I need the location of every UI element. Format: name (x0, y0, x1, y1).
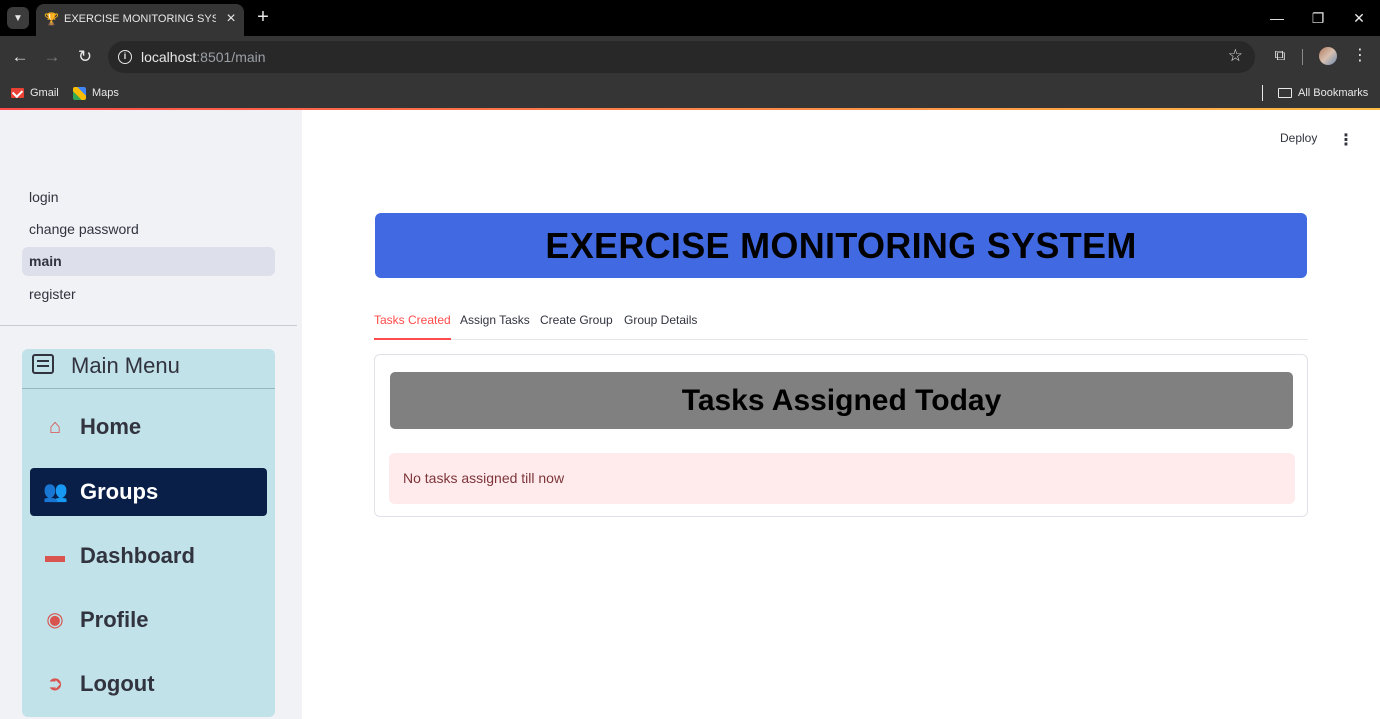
browser-menu-icon[interactable]: ⋮ (1350, 46, 1370, 66)
tab-panel: Tasks Assigned Today No tasks assigned t… (374, 354, 1308, 517)
bookmarks-divider (1262, 85, 1263, 101)
main-menu-header: Main Menu (22, 349, 275, 389)
bookmark-maps[interactable]: Maps (73, 83, 119, 103)
page-title: EXERCISE MONITORING SYSTEM (545, 224, 1137, 266)
trophy-favicon-icon: 🏆 (44, 12, 59, 26)
display-icon: ▬ (45, 545, 65, 567)
minimize-icon[interactable]: — (1265, 6, 1289, 30)
tab-list: Tasks Created Assign Tasks Create Group … (374, 308, 1308, 340)
tab-tasks-created[interactable]: Tasks Created (374, 313, 451, 340)
sidebar-page-register[interactable]: register (22, 280, 275, 309)
deploy-button[interactable]: Deploy (1280, 131, 1317, 145)
sidebar-page-change-password[interactable]: change password (22, 215, 275, 244)
url-text: localhost:8501/main (141, 49, 266, 65)
new-tab-button[interactable]: + (253, 7, 273, 27)
tab-group-details[interactable]: Group Details (624, 313, 697, 340)
house-icon: ⌂ (48, 416, 62, 438)
box-arrow-right-icon: ➲ (46, 673, 64, 695)
menu-item-profile[interactable]: ◉ Profile (30, 596, 267, 644)
restore-icon[interactable]: ❐ (1306, 6, 1330, 30)
maps-icon (73, 86, 86, 100)
sidebar-page-login[interactable]: login (22, 183, 275, 212)
gmail-icon (11, 88, 24, 98)
panel-title: Tasks Assigned Today (681, 383, 1002, 417)
tab-create-group[interactable]: Create Group (540, 313, 613, 340)
browser-tab-bar: ▼ 🏆 EXERCISE MONITORING SYSTEM × + — ❐ ✕ (0, 0, 1380, 36)
menu-item-groups[interactable]: 👥 Groups (30, 468, 267, 516)
main-menu: Main Menu ⌂ Home 👥 Groups ▬ Dashboard ◉ … (22, 349, 275, 717)
menu-item-home[interactable]: ⌂ Home (30, 403, 267, 451)
browser-tab-title: EXERCISE MONITORING SYSTEM (64, 13, 216, 25)
site-info-icon[interactable]: i (118, 50, 132, 64)
app-menu-icon[interactable]: ⋮ (1337, 131, 1355, 151)
sidebar: login change password main register Main… (0, 110, 302, 719)
menu-item-logout[interactable]: ➲ Logout (30, 660, 267, 708)
forward-icon[interactable]: → (41, 46, 63, 68)
back-icon[interactable]: ← (9, 46, 31, 68)
bookmarks-bar: Gmail Maps All Bookmarks (0, 78, 1380, 108)
sidebar-divider (0, 325, 297, 326)
main-menu-title: Main Menu (71, 353, 180, 378)
bookmark-star-icon[interactable]: ☆ (1228, 46, 1243, 66)
panel-title-banner: Tasks Assigned Today (390, 372, 1293, 429)
bookmark-gmail[interactable]: Gmail (11, 83, 59, 103)
browser-tab[interactable]: 🏆 EXERCISE MONITORING SYSTEM × (36, 4, 244, 36)
close-tab-icon[interactable]: × (222, 10, 240, 28)
toolbar-divider (1302, 49, 1303, 65)
people-icon: 👥 (43, 481, 68, 503)
no-tasks-alert: No tasks assigned till now (389, 453, 1295, 504)
profile-avatar[interactable] (1319, 47, 1337, 65)
tab-assign-tasks[interactable]: Assign Tasks (460, 313, 530, 340)
all-bookmarks[interactable]: All Bookmarks (1278, 83, 1368, 103)
folder-icon (1278, 88, 1292, 98)
app-title-banner: EXERCISE MONITORING SYSTEM (375, 213, 1307, 278)
sidebar-page-main[interactable]: main (22, 247, 275, 276)
person-circle-icon: ◉ (46, 609, 64, 631)
extensions-icon[interactable]: ⧉ (1270, 46, 1290, 66)
browser-toolbar: ← → ↻ i localhost:8501/main ☆ ⧉ ⋮ (0, 36, 1380, 78)
menu-card-icon (32, 354, 54, 374)
reload-icon[interactable]: ↻ (74, 46, 96, 68)
menu-item-dashboard[interactable]: ▬ Dashboard (30, 532, 267, 580)
tab-search-button[interactable]: ▼ (7, 7, 29, 29)
address-bar[interactable]: i localhost:8501/main ☆ (108, 41, 1255, 73)
window-close-icon[interactable]: ✕ (1347, 6, 1371, 30)
